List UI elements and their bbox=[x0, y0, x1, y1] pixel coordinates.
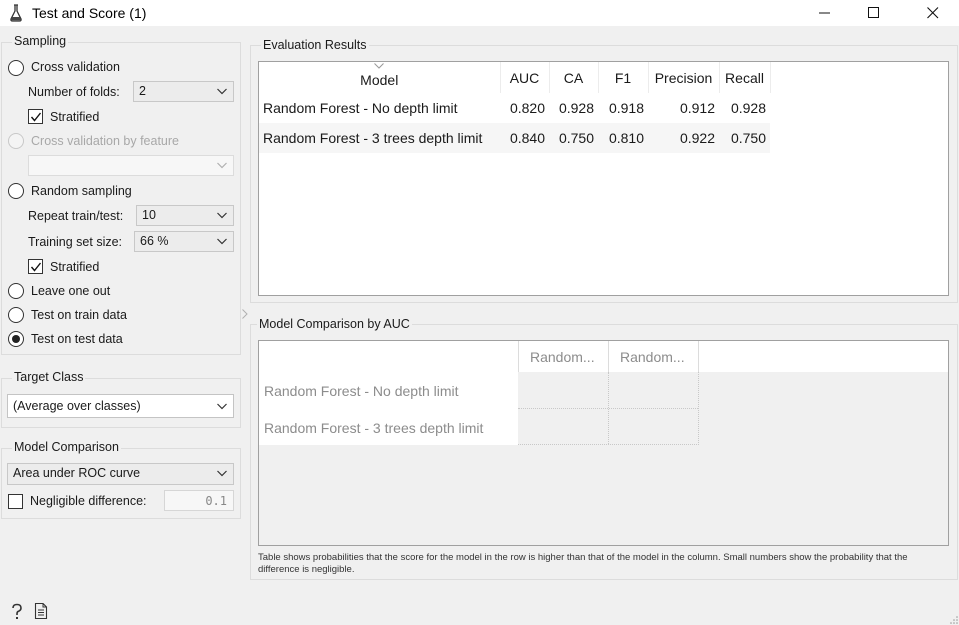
column-header-ca[interactable]: CA bbox=[549, 62, 599, 93]
train-size-value: 66 % bbox=[140, 234, 169, 248]
window-title: Test and Score (1) bbox=[32, 5, 147, 21]
recall-cell: 0.928 bbox=[730, 100, 766, 116]
comparison-footnote: Table shows probabilities that the score… bbox=[258, 552, 908, 575]
folds-label: Number of folds: bbox=[28, 85, 120, 99]
column-header-recall[interactable]: Recall bbox=[719, 62, 771, 93]
close-icon bbox=[927, 7, 939, 19]
comparison-header-band bbox=[259, 341, 948, 372]
column-header-auc[interactable]: AUC bbox=[500, 62, 550, 93]
negligible-label: Negligible difference: bbox=[30, 494, 147, 508]
help-icon[interactable] bbox=[10, 603, 24, 620]
stratified-label-1: Stratified bbox=[50, 110, 100, 124]
negligible-checkbox[interactable] bbox=[8, 494, 23, 509]
model-name-cell: Random Forest - No depth limit bbox=[263, 100, 458, 116]
evaluation-header-row: Model AUC CA F1 Precision Recall bbox=[259, 62, 771, 93]
chevron-down-icon bbox=[217, 470, 227, 477]
close-button[interactable] bbox=[910, 0, 956, 26]
header-separator bbox=[698, 341, 699, 372]
maximize-button[interactable] bbox=[851, 0, 897, 26]
comparison-grid bbox=[518, 372, 699, 445]
chevron-down-icon bbox=[217, 88, 227, 95]
cross-validation-radio[interactable] bbox=[8, 60, 24, 76]
comparison-col-header[interactable]: Random... bbox=[620, 349, 685, 365]
grid-line bbox=[518, 408, 698, 409]
folds-combo[interactable]: 2 bbox=[133, 81, 234, 102]
chevron-down-icon bbox=[217, 212, 227, 219]
maximize-icon bbox=[868, 7, 879, 18]
chevron-down-icon bbox=[217, 162, 227, 169]
comparison-metric-value: Area under ROC curve bbox=[13, 466, 141, 480]
repeat-label: Repeat train/test: bbox=[28, 209, 124, 223]
column-header-f1[interactable]: F1 bbox=[598, 62, 649, 93]
target-class-value: (Average over classes) bbox=[13, 399, 141, 413]
model-comparison-title: Model Comparison bbox=[12, 440, 121, 454]
evaluation-title: Evaluation Results bbox=[261, 38, 369, 52]
checkmark-icon bbox=[30, 112, 42, 122]
column-header-model[interactable]: Model bbox=[259, 62, 501, 93]
column-header-precision[interactable]: Precision bbox=[648, 62, 720, 93]
splitter-arrow-icon[interactable] bbox=[242, 309, 248, 319]
test-on-test-radio[interactable] bbox=[8, 331, 24, 347]
checkmark-icon bbox=[30, 262, 42, 272]
comparison-col-header[interactable]: Random... bbox=[530, 349, 595, 365]
repeat-combo[interactable]: 10 bbox=[136, 205, 234, 226]
f1-cell: 0.810 bbox=[598, 123, 648, 153]
random-sampling-radio[interactable] bbox=[8, 183, 24, 199]
comparison-title: Model Comparison by AUC bbox=[257, 317, 412, 331]
recall-cell: 0.750 bbox=[719, 123, 770, 153]
target-class-combo[interactable]: (Average over classes) bbox=[7, 394, 234, 418]
report-icon[interactable] bbox=[34, 603, 48, 619]
flask-icon bbox=[10, 4, 22, 22]
cv-by-feature-radio[interactable] bbox=[8, 133, 24, 149]
comparison-row-label: Random Forest - 3 trees depth limit bbox=[264, 420, 484, 436]
comparison-row-label: Random Forest - No depth limit bbox=[264, 383, 459, 399]
minimize-button[interactable] bbox=[802, 0, 848, 26]
cv-by-feature-label: Cross validation by feature bbox=[31, 134, 179, 148]
test-on-test-label: Test on test data bbox=[31, 332, 123, 346]
precision-cell: 0.922 bbox=[648, 123, 719, 153]
header-separator bbox=[518, 341, 519, 372]
auc-cell: 0.840 bbox=[500, 123, 549, 153]
header-separator bbox=[608, 341, 609, 372]
table-row[interactable]: Random Forest - No depth limit 0.820 0.9… bbox=[259, 93, 770, 123]
feature-combo[interactable] bbox=[28, 155, 234, 176]
stratified-checkbox-1[interactable] bbox=[28, 109, 43, 124]
repeat-value: 10 bbox=[142, 208, 156, 222]
auc-cell: 0.820 bbox=[509, 100, 545, 116]
test-on-train-radio[interactable] bbox=[8, 307, 24, 323]
chevron-down-icon bbox=[217, 403, 227, 410]
f1-cell: 0.918 bbox=[608, 100, 644, 116]
title-bar: Test and Score (1) bbox=[0, 0, 959, 26]
random-sampling-label: Random sampling bbox=[31, 184, 132, 198]
ca-cell: 0.750 bbox=[549, 123, 598, 153]
folds-value: 2 bbox=[139, 84, 146, 98]
evaluation-table: Model AUC CA F1 Precision Recall Random … bbox=[259, 62, 771, 153]
sampling-group-title: Sampling bbox=[12, 34, 69, 48]
comparison-metric-combo[interactable]: Area under ROC curve bbox=[7, 463, 234, 485]
stratified-label-2: Stratified bbox=[50, 260, 100, 274]
precision-cell: 0.912 bbox=[679, 100, 715, 116]
model-name-cell: Random Forest - 3 trees depth limit bbox=[259, 123, 500, 153]
chevron-down-icon bbox=[217, 238, 227, 245]
leave-one-out-label: Leave one out bbox=[31, 284, 111, 298]
stratified-checkbox-2[interactable] bbox=[28, 259, 43, 274]
target-class-title: Target Class bbox=[12, 370, 86, 384]
train-size-combo[interactable]: 66 % bbox=[134, 231, 234, 252]
negligible-spinbox[interactable]: 0.1 bbox=[164, 490, 234, 511]
cross-validation-label: Cross validation bbox=[31, 60, 120, 74]
resize-grip-icon[interactable] bbox=[950, 616, 958, 624]
ca-cell: 0.928 bbox=[558, 100, 594, 116]
table-row[interactable]: Random Forest - 3 trees depth limit 0.84… bbox=[259, 123, 770, 153]
minimize-icon bbox=[819, 12, 830, 14]
comparison-table-panel bbox=[258, 340, 949, 546]
leave-one-out-radio[interactable] bbox=[8, 283, 24, 299]
test-on-train-label: Test on train data bbox=[31, 308, 127, 322]
train-size-label: Training set size: bbox=[28, 235, 123, 249]
